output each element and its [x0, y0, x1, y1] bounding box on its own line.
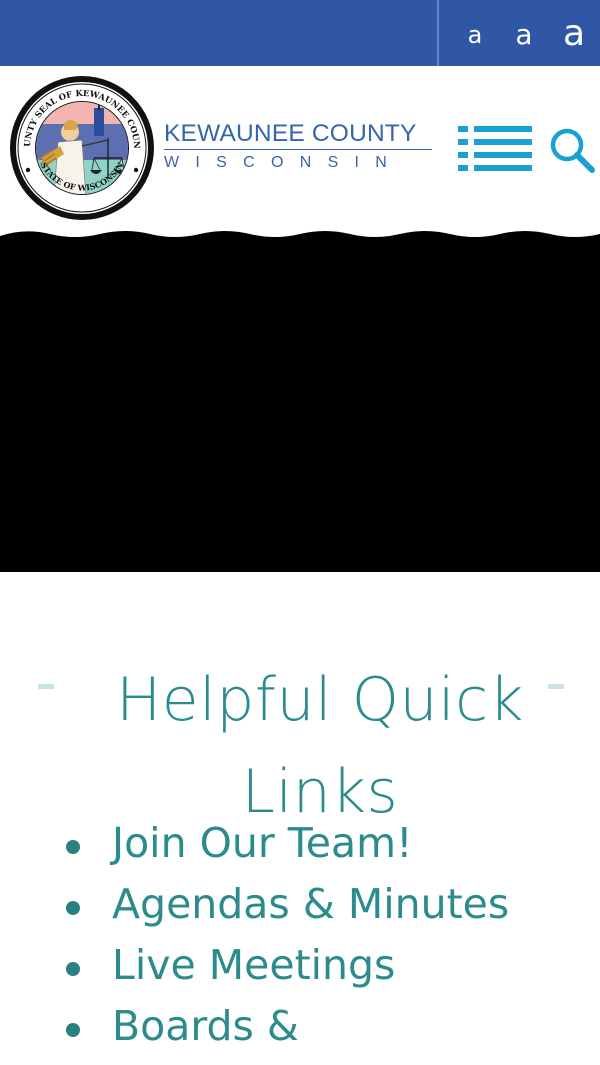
site-title: KEWAUNEE COUNTY [164, 120, 417, 147]
site-title-rule [164, 149, 432, 150]
bullet-icon [66, 1023, 80, 1037]
font-size-medium-button[interactable]: a [508, 0, 540, 66]
quick-link-join-our-team[interactable]: Join Our Team! [112, 814, 413, 872]
site-header: COUNTY SEAL OF KEWAUNEE COUNTY STATE OF … [0, 66, 600, 236]
list-item: Agendas & Minutes [66, 873, 586, 934]
quick-links-section: Helpful Quick Links Join Our Team! Agend… [0, 572, 600, 1065]
quick-links-list: Join Our Team! Agendas & Minutes Live Me… [66, 812, 586, 1056]
heading-dash-left [38, 684, 54, 689]
county-seal-logo[interactable]: COUNTY SEAL OF KEWAUNEE COUNTY STATE OF … [8, 74, 156, 222]
font-size-small-button[interactable]: a [460, 0, 490, 66]
search-icon[interactable] [548, 126, 596, 174]
site-subtitle: WISCONSIN [164, 154, 404, 171]
quick-link-agendas-minutes[interactable]: Agendas & Minutes [112, 875, 509, 933]
bullet-icon [66, 840, 80, 854]
font-size-bar: a a a [0, 0, 600, 66]
list-item: Live Meetings [66, 934, 586, 995]
site-brand-link[interactable]: KEWAUNEE COUNTY WISCONSIN [164, 120, 436, 173]
hero-banner [0, 231, 600, 572]
quick-link-live-meetings[interactable]: Live Meetings [112, 936, 395, 994]
menu-icon[interactable] [456, 126, 534, 172]
list-item: Boards & [66, 995, 586, 1056]
list-item: Join Our Team! [66, 812, 586, 873]
bullet-icon [66, 901, 80, 915]
font-size-large-button[interactable]: a [556, 0, 592, 66]
bullet-icon [66, 962, 80, 976]
font-size-divider [437, 0, 439, 66]
quick-links-heading: Helpful Quick Links [116, 665, 524, 827]
quick-link-boards[interactable]: Boards & [112, 997, 299, 1055]
